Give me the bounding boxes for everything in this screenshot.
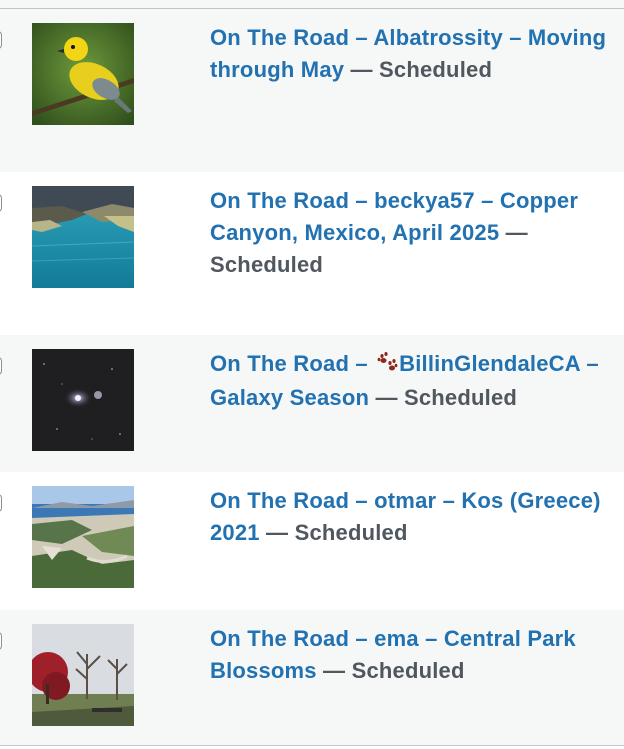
- title-separator: —: [344, 57, 380, 82]
- row-select-checkbox[interactable]: [0, 632, 2, 650]
- title-separator: —: [369, 385, 404, 410]
- post-thumbnail-water[interactable]: [32, 186, 134, 288]
- post-status: Scheduled: [210, 252, 324, 277]
- post-thumbnail-bird[interactable]: [32, 23, 134, 125]
- paw-prints-icon: [376, 350, 398, 382]
- title-separator: —: [259, 520, 295, 545]
- post-status: Scheduled: [351, 658, 465, 683]
- title-prefix: On The Road –: [210, 351, 375, 376]
- post-title-block: On The Road – otmar – Kos (Greece) 2021 …: [210, 485, 616, 549]
- post-thumbnail-coast[interactable]: [32, 486, 134, 588]
- title-separator: —: [499, 220, 528, 245]
- post-row-1: On The Road – Albatrossity – Moving thro…: [0, 9, 624, 172]
- post-row-2: On The Road – beckya57 – Copper Canyon, …: [0, 172, 624, 335]
- post-title-block: On The Road – ema – Central Park Blossom…: [210, 623, 616, 687]
- post-title-block: On The Road – BillinGlendaleCA – Galaxy …: [210, 348, 616, 414]
- post-row-4: On The Road – otmar – Kos (Greece) 2021 …: [0, 472, 624, 610]
- post-thumbnail-galaxy[interactable]: [32, 349, 134, 451]
- posts-list: On The Road – Albatrossity – Moving thro…: [0, 0, 624, 749]
- post-row-3: On The Road – BillinGlendaleCA – Galaxy …: [0, 335, 624, 472]
- post-thumbnail-park[interactable]: [32, 624, 134, 726]
- post-title-block: On The Road – beckya57 – Copper Canyon, …: [210, 185, 616, 281]
- post-row-5: On The Road – ema – Central Park Blossom…: [0, 610, 624, 745]
- row-select-checkbox[interactable]: [0, 194, 2, 212]
- row-select-checkbox[interactable]: [0, 494, 2, 512]
- list-bottom-border: [0, 745, 624, 749]
- post-title-block: On The Road – Albatrossity – Moving thro…: [210, 22, 616, 86]
- post-status: Scheduled: [379, 57, 493, 82]
- row-select-checkbox[interactable]: [0, 31, 2, 49]
- list-top-border: [0, 0, 624, 9]
- post-status: Scheduled: [294, 520, 408, 545]
- row-select-checkbox[interactable]: [0, 357, 2, 375]
- title-separator: —: [316, 658, 352, 683]
- post-status: Scheduled: [403, 385, 518, 410]
